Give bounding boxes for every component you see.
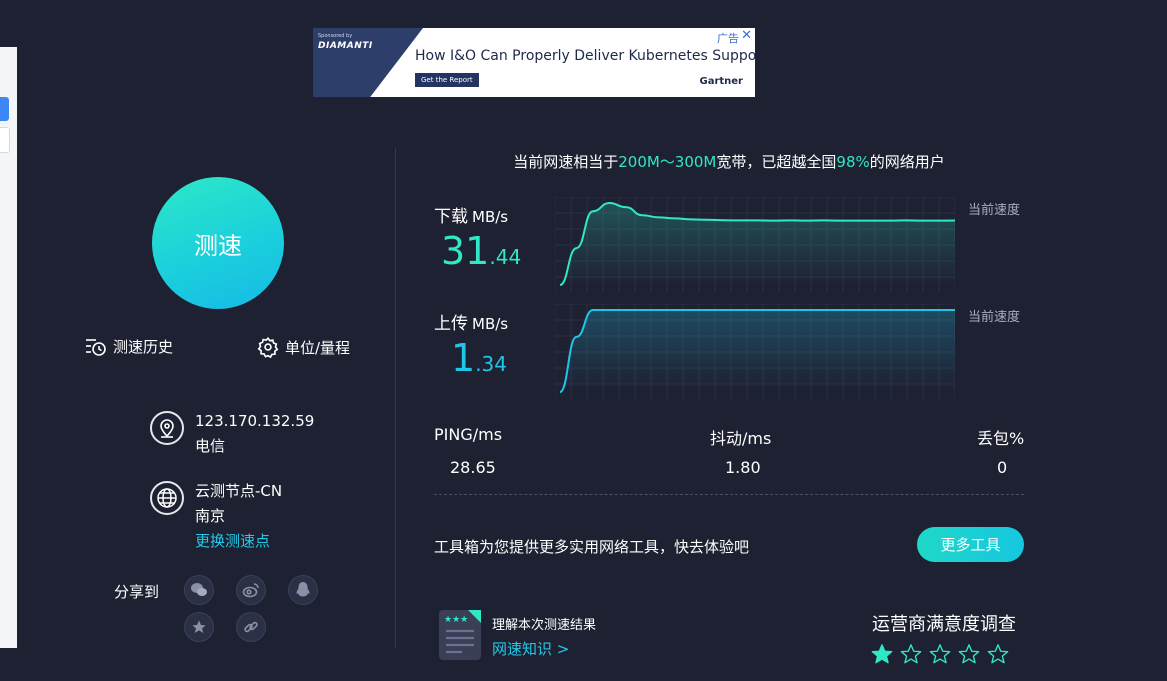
client-info: 123.170.132.59 电信 [150,409,314,459]
rating-star-icon[interactable] [958,643,980,665]
qq-icon[interactable] [288,575,318,605]
location-icon [150,411,184,445]
ip-address: 123.170.132.59 [195,412,315,430]
history-icon [86,338,106,356]
upload-current-speed-label: 当前速度 [968,310,1021,325]
ping-value: 28.65 [450,458,496,477]
isp-name: 电信 [195,437,226,455]
rating-star-icon[interactable] [871,643,893,665]
rating-star-icon[interactable] [900,643,922,665]
units-label: 单位/量程 [285,338,351,357]
rating-star-icon[interactable] [929,643,951,665]
ad-partner-logo: Gartner [699,76,743,87]
download-current-speed-label: 当前速度 [968,203,1021,218]
side-tab-active[interactable] [0,97,9,121]
jitter-label: 抖动/ms [710,429,772,448]
summary-suffix: 的网络用户 [869,153,945,171]
copy-link-icon[interactable] [236,612,266,642]
start-test-button[interactable]: 测速 [152,177,284,309]
jitter-value: 1.80 [725,458,761,477]
ad-label[interactable]: 广告 [717,30,739,46]
rating-stars [871,643,1009,665]
summary-prefix: 当前网速相当于 [513,153,619,171]
series-area [560,203,955,285]
upload-label-text: 上传 [434,314,468,334]
loss-label: 丢包% [977,429,1025,448]
gear-icon [257,337,279,358]
ad-brand-logo: DIAMANTI [318,41,373,51]
ad-sponsor-text: Sponsored by [318,33,353,39]
speed-summary: 当前网速相当于200M～300M宽带，已超越全国98%的网络用户 [434,151,1024,172]
rating-star-icon[interactable] [987,643,1009,665]
download-unit: MB/s [472,208,509,226]
knowledge-title: 理解本次测速结果 [492,618,597,633]
node-info: 云测节点-CN 南京 更换测速点 [150,479,282,554]
weibo-icon[interactable] [236,575,266,605]
toolbox-text: 工具箱为您提供更多实用网络工具，快去体验吧 [434,538,750,556]
upload-speed: 1.34 [451,336,507,380]
upload-label: 上传 MB/s [434,309,508,334]
ad-headline[interactable]: How I&O Can Properly Deliver Kubernetes … [415,48,755,64]
upload-chart [555,304,955,399]
ping-label: PING/ms [434,425,503,444]
svg-text:★★★: ★★★ [444,615,468,625]
change-node-link[interactable]: 更换测速点 [195,529,282,554]
node-city: 南京 [195,507,226,525]
download-label: 下载 MB/s [434,202,508,227]
units-button[interactable]: 单位/量程 [257,336,350,358]
panel-divider [395,148,396,648]
survey-title: 运营商满意度调查 [872,614,1016,635]
globe-icon [150,481,184,515]
series-area [560,310,955,392]
download-chart [555,197,955,292]
upload-speed-frac: .34 [475,352,507,376]
history-button[interactable]: 测速历史 [85,336,173,357]
side-panel-strip [0,47,17,648]
ad-banner[interactable]: Sponsored by DIAMANTI How I&O Can Proper… [313,28,755,97]
favorite-star-icon[interactable] [184,612,214,642]
download-speed-int: 31 [441,229,490,273]
knowledge-link[interactable]: 网速知识 > [492,638,569,659]
summary-bandwidth: 200M～300M [618,153,717,171]
summary-middle: 宽带，已超越全国 [716,153,837,171]
side-tab[interactable] [0,127,10,153]
document-icon[interactable]: ★★★ [438,609,483,661]
ad-cta-button[interactable]: Get the Report [415,73,479,87]
download-speed-frac: .44 [489,245,522,269]
stats-divider [434,494,1024,495]
download-label-text: 下载 [434,207,468,227]
summary-percent: 98% [836,153,870,171]
ad-close-icon[interactable]: ✕ [741,28,752,43]
upload-speed-int: 1 [451,336,476,380]
history-label: 测速历史 [113,338,174,356]
download-speed: 31.44 [441,229,521,273]
node-name: 云测节点-CN [195,482,283,500]
wechat-icon[interactable] [184,575,214,605]
loss-value: 0 [997,458,1008,477]
share-label: 分享到 [114,583,160,601]
upload-unit: MB/s [472,315,509,333]
more-tools-button[interactable]: 更多工具 [917,527,1024,562]
